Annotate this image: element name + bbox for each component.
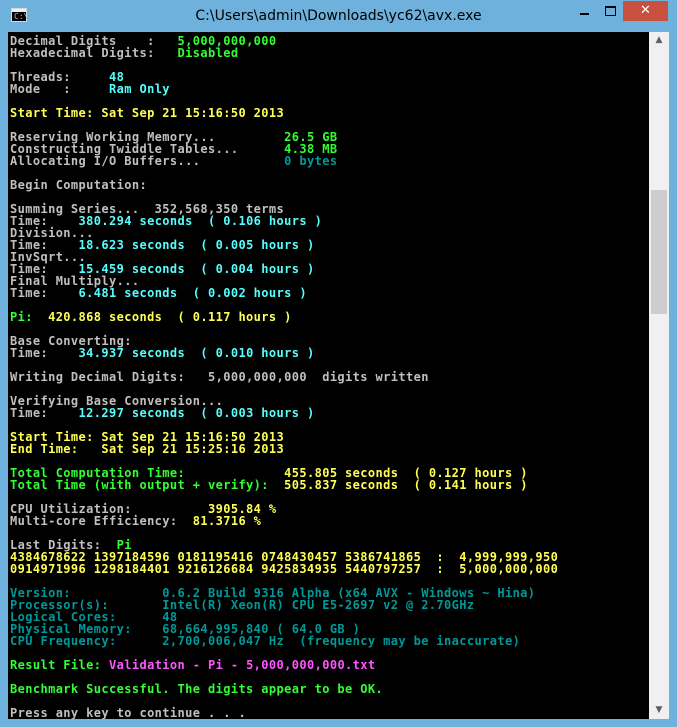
console-text: Time: [10,346,79,360]
console-text: 18.623 seconds ( 0.005 hours ) [78,238,315,252]
console-text: Press any key to continue . . . [10,706,247,719]
minimize-button[interactable] [571,1,597,21]
console-window: C:\ C:\Users\admin\Downloads\yc62\avx.ex… [0,0,677,727]
console-line: Mode : Ram Only [10,83,170,95]
console-line: 0914971996 1298184401 9216126684 9425834… [10,563,558,575]
console-line: Press any key to continue . . . [10,707,246,719]
maximize-button[interactable] [597,1,623,21]
console-line: Benchmark Successful. The digits appear … [10,683,383,695]
console-text: 34.937 seconds ( 0.010 hours ) [78,346,315,360]
console-line: Total Time (with output + verify): 505.8… [10,479,528,491]
close-button[interactable]: ✕ [623,1,668,21]
console-text: CPU Frequency: 2,700,006,047 Hz (frequen… [10,634,521,648]
console-text: Validation - Pi - 5,000,000,000.txt [109,658,376,672]
console-text: 0914971996 1298184401 9216126684 9425834… [10,562,559,576]
console-line: Time: 6.481 seconds ( 0.002 hours ) [10,287,307,299]
console-text: Benchmark Successful. The digits appear … [10,682,384,696]
scroll-down-arrow-icon[interactable]: ▼ [649,702,669,719]
console-line: Writing Decimal Digits: 5,000,000,000 di… [10,371,429,383]
console-line: Result File: Validation - Pi - 5,000,000… [10,659,376,671]
console-line: Time: 12.297 seconds ( 0.003 hours ) [10,407,315,419]
console-line: Pi: 420.868 seconds ( 0.117 hours ) [10,311,292,323]
console-output[interactable]: Decimal Digits : 5,000,000,000 Hexadecima… [8,32,649,719]
console-text: End Time: Sat Sep 21 15:25:16 2013 [10,442,285,456]
console-text: Allocating I/O Buffers... [10,154,285,168]
close-icon: ✕ [640,3,651,18]
console-text: Begin Computation: [10,178,148,192]
console-text: 505.837 seconds ( 0.141 hours ) [284,478,528,492]
console-text: Writing Decimal Digits: 5,000,000,000 di… [10,370,429,384]
scroll-up-arrow-icon[interactable]: ▲ [649,32,669,49]
console-text: Start Time: Sat Sep 21 15:16:50 2013 [10,106,285,120]
console-text: Mode : [10,82,109,96]
console-text: 6.481 seconds ( 0.002 hours ) [78,286,307,300]
console-text: Result File: [10,658,109,672]
console-line: Start Time: Sat Sep 21 15:16:50 2013 [10,107,284,119]
console-line: End Time: Sat Sep 21 15:25:16 2013 [10,443,284,455]
title-bar[interactable]: C:\ C:\Users\admin\Downloads\yc62\avx.ex… [0,0,677,32]
console-text: Ram Only [109,82,170,96]
console-line: Begin Computation: [10,179,147,191]
console-text: 12.297 seconds ( 0.003 hours ) [78,406,315,420]
console-text: 0 bytes [284,154,338,168]
console-text: 81.3716 % [192,514,262,528]
console-text: Disabled [177,46,239,60]
scrollbar-thumb[interactable] [651,190,667,314]
console-text: 380.294 seconds ( 0.106 hours ) [78,214,323,228]
console-text: Hexadecimal Digits: [10,46,178,60]
console-text: Pi: [10,310,49,324]
console-text: 420.868 seconds ( 0.117 hours ) [48,310,292,324]
console-line: Allocating I/O Buffers... 0 bytes [10,155,337,167]
console-line: Hexadecimal Digits: Disabled [10,47,238,59]
console-text: Multi-core Efficiency: [10,514,193,528]
console-line: CPU Frequency: 2,700,006,047 Hz (frequen… [10,635,520,647]
console-line: Time: 34.937 seconds ( 0.010 hours ) [10,347,315,359]
console-line: Multi-core Efficiency: 81.3716 % [10,515,261,527]
vertical-scrollbar[interactable]: ▲ ▼ [649,32,669,719]
maximize-icon [604,5,616,16]
console-text: Total Time (with output + verify): [10,478,285,492]
minimize-icon [579,12,589,15]
console-text: Time: [10,406,79,420]
console-text: Time: [10,286,79,300]
